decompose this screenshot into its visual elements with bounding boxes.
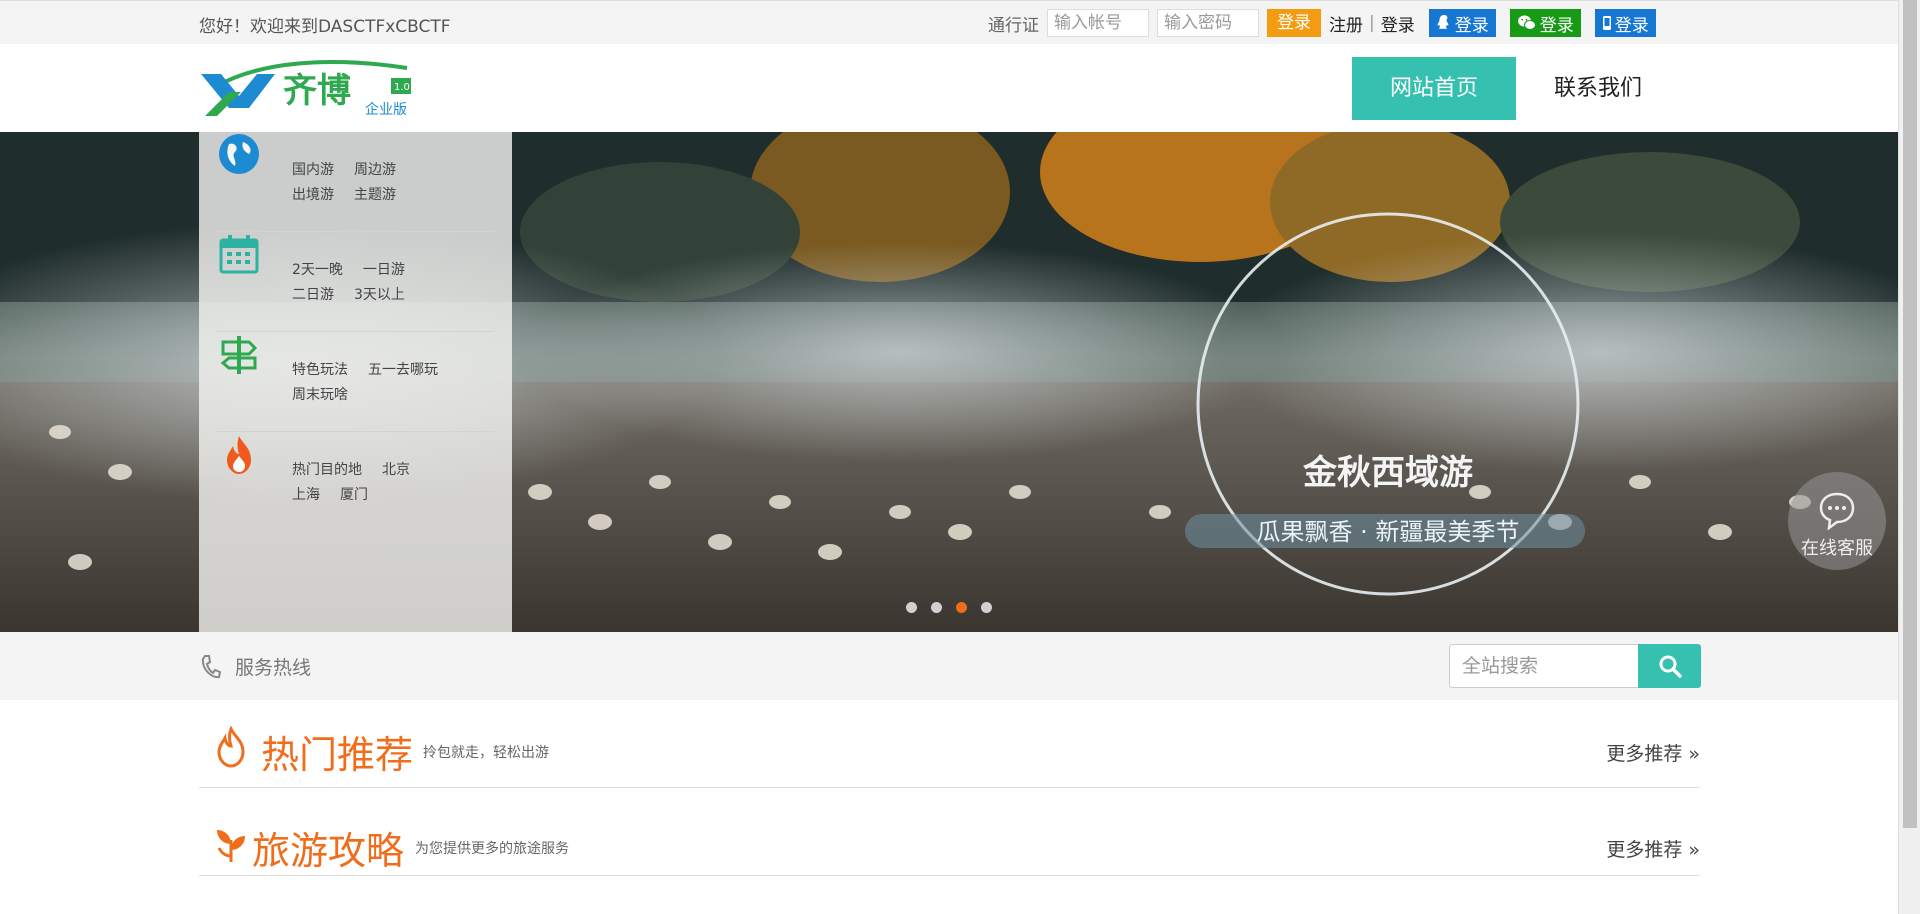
account-input[interactable] [1047, 9, 1149, 37]
category-sidebar: 国内游 周边游 出境游 主题游 2天一晚 一日游 二日游 3天以上 特色玩法 五一去哪玩 … [199, 132, 512, 632]
scrollbar-thumb[interactable] [1903, 0, 1917, 828]
wechat-icon [1517, 15, 1536, 30]
section-title: 热门推荐 [261, 733, 414, 777]
category-link[interactable]: 周末玩啥 [292, 383, 348, 408]
banner-subline: 瓜果飘香 · 新疆最美季节 [1257, 518, 1520, 546]
slide-dot[interactable] [931, 602, 942, 613]
mobile-icon [1602, 16, 1611, 30]
category-link[interactable]: 一日游 [363, 258, 405, 283]
header: 齐博 1.0 企业版 网站首页 联系我们 [0, 44, 1898, 132]
qq-login-label: 登录 [1454, 15, 1489, 36]
online-service-button[interactable]: 在线客服 [1788, 472, 1886, 570]
signpost-icon [220, 336, 258, 374]
wechat-login-label: 登录 [1539, 15, 1574, 36]
category-link[interactable]: 特色玩法 [292, 358, 348, 383]
logo-subtext: 企业版 [365, 101, 407, 118]
page: 您好！欢迎来到DASCTFxCBCTF 通行证 登录 注册 | 登录 登录 登录… [0, 0, 1920, 914]
category-link[interactable]: 2天一晚 [292, 258, 343, 283]
section-travel-guide: 旅游攻略 为您提供更多的旅途服务 更多推荐 » [199, 788, 1700, 876]
category-link[interactable]: 五一去哪玩 [368, 358, 438, 383]
chat-bubble-icon [1819, 492, 1855, 530]
login-area: 通行证 登录 注册 | 登录 登录 登录 登录 [988, 8, 1656, 38]
more-link[interactable]: 更多推荐 » [1606, 835, 1700, 862]
calendar-icon [219, 235, 259, 274]
separator: | [1369, 13, 1375, 33]
site-logo[interactable]: 齐博 1.0 企业版 [199, 56, 414, 120]
password-input[interactable] [1157, 9, 1259, 37]
more-link[interactable]: 更多推荐 » [1606, 739, 1700, 766]
login-link[interactable]: 登录 [1381, 11, 1415, 36]
fire-icon [227, 436, 251, 474]
mobile-login-button[interactable]: 登录 [1594, 9, 1656, 37]
online-service-label: 在线客服 [1801, 538, 1873, 559]
category-link[interactable]: 上海 [292, 483, 320, 508]
hotline-label: 服务热线 [235, 657, 312, 679]
category-link[interactable]: 主题游 [354, 183, 396, 208]
category-group-region: 国内游 周边游 出境游 主题游 [217, 132, 494, 232]
page-scrollbar[interactable] [1898, 0, 1920, 914]
nav-contact[interactable]: 联系我们 [1516, 57, 1680, 120]
category-links: 国内游 周边游 出境游 主题游 [292, 158, 492, 208]
logo-version: 1.0 [394, 82, 410, 93]
logo-text: 齐博 [283, 71, 351, 111]
category-links: 2天一晚 一日游 二日游 3天以上 [292, 258, 492, 308]
category-link[interactable]: 周边游 [354, 158, 396, 183]
qq-login-button[interactable]: 登录 [1428, 9, 1496, 37]
hotline: 服务热线 [199, 653, 311, 680]
login-button[interactable]: 登录 [1267, 9, 1321, 37]
slide-dot[interactable] [906, 602, 917, 613]
category-link[interactable]: 热门目的地 [292, 458, 362, 483]
slide-indicators [906, 602, 1006, 613]
section-subtitle: 拎包就走，轻松出游 [423, 745, 549, 761]
category-link[interactable]: 厦门 [340, 483, 368, 508]
welcome-text: 您好！欢迎来到DASCTFxCBCTF [199, 17, 451, 37]
category-link[interactable]: 国内游 [292, 158, 334, 183]
section-hot-recommend: 热门推荐 拎包就走，轻松出游 更多推荐 » [199, 700, 1700, 788]
search-icon [1659, 655, 1682, 678]
category-group-theme: 特色玩法 五一去哪玩 周末玩啥 [217, 332, 494, 432]
phone-icon [201, 654, 221, 678]
flame-icon [217, 726, 245, 768]
section-title: 旅游攻略 [252, 829, 405, 873]
globe-icon [219, 134, 259, 174]
qq-icon [1437, 15, 1449, 29]
mobile-login-label: 登录 [1614, 15, 1649, 36]
logo-graphic: 齐博 1.0 企业版 [201, 60, 411, 118]
main-nav: 网站首页 联系我们 [1352, 57, 1680, 120]
category-links: 特色玩法 五一去哪玩 周末玩啥 [292, 358, 492, 408]
register-link[interactable]: 注册 [1329, 11, 1363, 36]
category-link[interactable]: 出境游 [292, 183, 334, 208]
category-links: 热门目的地 北京 上海 厦门 [292, 458, 492, 508]
hero-banner: 金秋西域游 瓜果飘香 · 新疆最美季节 国内游 周边游 出境游 主题游 2天一晚 一日… [0, 132, 1898, 632]
wechat-login-button[interactable]: 登录 [1509, 9, 1581, 37]
banner-headline: 金秋西域游 [1302, 453, 1473, 493]
site-search [1449, 644, 1701, 688]
search-input[interactable] [1449, 644, 1638, 688]
category-group-destination: 热门目的地 北京 上海 厦门 [217, 432, 494, 532]
sprout-icon [217, 830, 245, 862]
nav-home[interactable]: 网站首页 [1352, 57, 1517, 120]
section-subtitle: 为您提供更多的旅途服务 [415, 841, 569, 857]
slide-dot[interactable] [981, 602, 992, 613]
category-link[interactable]: 3天以上 [354, 283, 405, 308]
top-bar: 您好！欢迎来到DASCTFxCBCTF 通行证 登录 注册 | 登录 登录 登录… [0, 0, 1898, 44]
slide-dot-active[interactable] [956, 602, 967, 613]
service-bar: 服务热线 [0, 632, 1898, 700]
passport-label: 通行证 [988, 15, 1039, 36]
search-button[interactable] [1638, 644, 1701, 688]
category-link[interactable]: 北京 [382, 458, 410, 483]
category-link[interactable]: 二日游 [292, 283, 334, 308]
category-group-duration: 2天一晚 一日游 二日游 3天以上 [217, 232, 494, 332]
